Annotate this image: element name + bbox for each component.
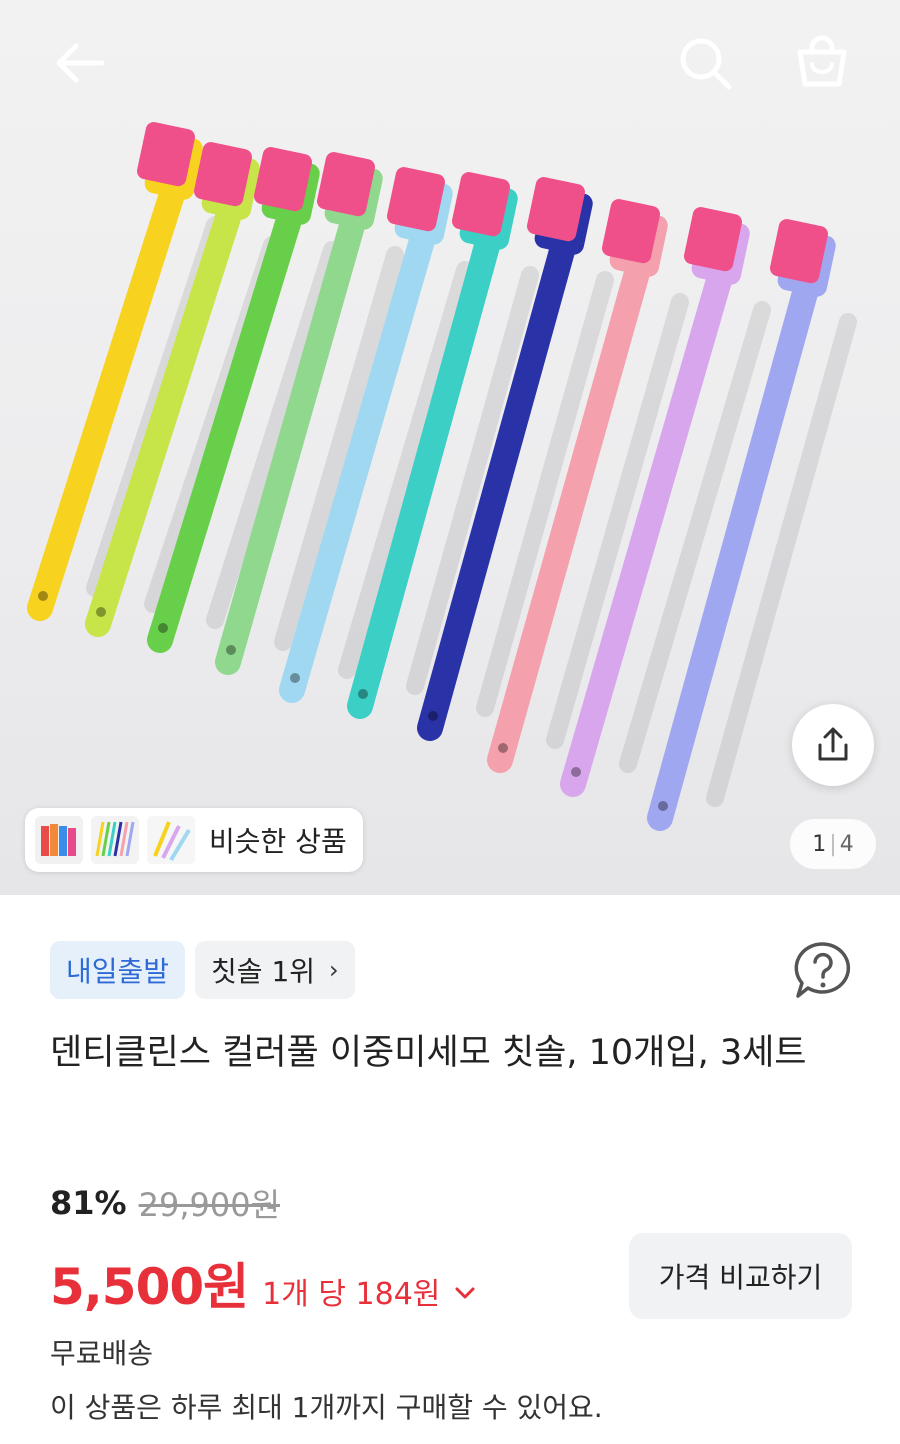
similar-thumbnail xyxy=(35,816,83,864)
page-total: 4 xyxy=(839,831,854,857)
page-separator: | xyxy=(829,831,837,857)
chevron-right-icon: › xyxy=(329,956,339,984)
similar-products-label: 비슷한 상품 xyxy=(209,825,347,858)
toothbrush-hole xyxy=(571,767,581,777)
delivery-badge: 내일출발 xyxy=(50,941,186,999)
product-photo xyxy=(27,122,857,831)
arrow-left-icon xyxy=(56,43,105,83)
discount-percent: 81% xyxy=(50,1184,127,1222)
shipping-info: 무료배송 xyxy=(50,1337,154,1370)
sale-price: 5,500원 xyxy=(50,1258,249,1316)
price-row: 5,500원 1개 당 184원 xyxy=(50,1247,476,1319)
back-button[interactable] xyxy=(40,28,120,98)
toothbrush-hole xyxy=(498,743,508,753)
similar-thumbnail xyxy=(91,816,139,864)
delivery-badge-label: 내일출발 xyxy=(66,955,170,988)
toothbrush-hole xyxy=(358,689,368,699)
cart-button[interactable] xyxy=(786,26,858,98)
page-current: 1 xyxy=(812,831,827,857)
share-button[interactable] xyxy=(792,704,874,786)
badge-row: 내일출발 칫솔 1위 › xyxy=(50,941,355,999)
toothbrush-hole xyxy=(290,673,300,683)
toothbrush-hole xyxy=(658,801,668,811)
toothbrush-hole xyxy=(226,645,236,655)
help-icon xyxy=(794,942,851,998)
similar-thumbnail xyxy=(147,816,195,864)
price-compare-label: 가격 비교하기 xyxy=(658,1261,823,1294)
toothbrush-hole xyxy=(158,623,168,633)
product-title: 덴티클린스 컬러풀 이중미세모 칫솔, 10개입, 3세트 xyxy=(50,1033,807,1073)
image-page-indicator: 1 | 4 xyxy=(790,819,876,869)
price-compare-button[interactable]: 가격 비교하기 xyxy=(629,1233,852,1319)
ranking-badge[interactable]: 칫솔 1위 › xyxy=(195,941,355,999)
toothbrush-hole xyxy=(96,607,106,617)
search-button[interactable] xyxy=(670,28,742,100)
similar-products-button[interactable]: 비슷한 상품 xyxy=(25,808,363,872)
share-icon xyxy=(818,727,848,761)
shopping-bag-icon xyxy=(797,35,847,87)
product-image-carousel[interactable]: 비슷한 상품 1 | 4 xyxy=(0,0,900,895)
chevron-down-icon[interactable] xyxy=(454,1285,476,1304)
ranking-badge-label: 칫솔 1위 xyxy=(211,955,316,988)
purchase-limit-notice: 이 상품은 하루 최대 1개까지 구매할 수 있어요. xyxy=(50,1391,603,1424)
unit-price[interactable]: 1개 당 184원 xyxy=(262,1269,440,1313)
toothbrush-hole xyxy=(428,711,438,721)
discount-row: 81% 29,900원 xyxy=(50,1180,280,1226)
search-icon xyxy=(680,38,732,90)
help-button[interactable] xyxy=(790,938,856,1008)
original-price: 29,900원 xyxy=(138,1186,281,1224)
toothbrush-hole xyxy=(38,591,48,601)
